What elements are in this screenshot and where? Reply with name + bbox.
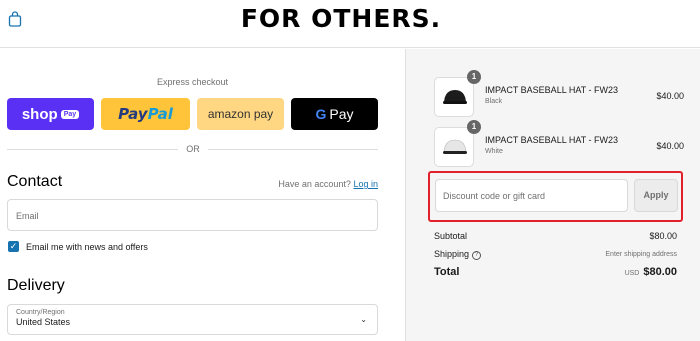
line-item: 1 IMPACT BASEBALL HAT - FW23 Black $40.0… <box>434 70 684 117</box>
email-placeholder: Email <box>16 211 39 221</box>
paypal-logo: PayPal <box>118 105 173 123</box>
total-amount: USD $80.00 <box>625 266 677 278</box>
shipping-value: Enter shipping address <box>605 251 677 258</box>
amazon-pay-button[interactable]: amazon pay <box>197 98 284 130</box>
or-divider-text: OR <box>186 144 200 154</box>
quantity-badge: 1 <box>467 120 481 134</box>
shop-pay-word: shop <box>21 105 58 123</box>
express-checkout-title: Express checkout <box>156 77 229 87</box>
account-prompt-text: Have an account? <box>278 179 351 189</box>
chevron-down-icon: ⌄ <box>360 315 367 324</box>
line-item: 1 IMPACT BASEBALL HAT - FW23 White $40.0… <box>434 120 684 167</box>
subtotal-value: $80.00 <box>649 231 677 241</box>
shipping-row: Shipping? Enter shipping address <box>434 249 677 260</box>
account-prompt: Have an account? Log in <box>278 179 378 189</box>
total-label: Total <box>434 266 460 278</box>
shop-pay-badge: Pay <box>60 109 80 119</box>
newsletter-checkbox[interactable]: ✓ <box>8 241 19 252</box>
shipping-label: Shipping <box>434 249 470 259</box>
product-thumbnail: 1 <box>434 70 481 117</box>
discount-placeholder: Discount code or gift card <box>443 191 546 201</box>
country-label: Country/Region <box>16 309 65 316</box>
divider-right <box>208 149 378 150</box>
product-thumbnail: 1 <box>434 120 481 167</box>
delivery-heading: Delivery <box>7 277 65 294</box>
amazon-pay-logo: amazon pay <box>207 107 274 121</box>
divider-left <box>7 149 178 150</box>
info-icon[interactable]: ? <box>472 251 482 260</box>
email-field[interactable]: Email <box>7 199 378 231</box>
login-link[interactable]: Log in <box>353 179 378 189</box>
total-value: $80.00 <box>643 266 677 278</box>
hat-image-icon <box>443 90 467 104</box>
order-summary-panel: 1 IMPACT BASEBALL HAT - FW23 Black $40.0… <box>405 49 700 341</box>
shop-pay-button[interactable]: shop Pay <box>7 98 94 130</box>
total-row: Total USD $80.00 <box>434 266 677 278</box>
item-price: $40.00 <box>656 91 684 101</box>
site-header: FOR OTHERS. <box>0 0 700 48</box>
discount-highlight: Discount code or gift card Apply <box>428 171 683 222</box>
country-select[interactable]: Country/Region United States ⌄ <box>7 304 378 335</box>
contact-heading: Contact <box>7 173 63 190</box>
checkout-form-panel: Express checkout shop Pay PayPal amazon … <box>0 49 405 341</box>
item-price: $40.00 <box>656 141 684 151</box>
google-pay-label: Pay <box>329 106 354 122</box>
currency-code: USD <box>624 270 640 277</box>
subtotal-row: Subtotal $80.00 <box>434 231 677 241</box>
paypal-button[interactable]: PayPal <box>101 98 190 130</box>
hat-image-icon <box>443 139 467 154</box>
quantity-badge: 1 <box>467 70 481 84</box>
item-name: IMPACT BASEBALL HAT - FW23 <box>485 135 619 145</box>
item-variant: White <box>485 148 503 155</box>
discount-code-input[interactable]: Discount code or gift card <box>435 179 628 212</box>
item-variant: Black <box>485 98 503 105</box>
subtotal-label: Subtotal <box>434 231 468 241</box>
country-value: United States <box>16 317 71 327</box>
newsletter-label[interactable]: Email me with news and offers <box>26 242 148 252</box>
google-pay-button[interactable]: G Pay <box>291 98 378 130</box>
brand-logo[interactable]: FOR OTHERS. <box>0 4 682 33</box>
item-name: IMPACT BASEBALL HAT - FW23 <box>485 85 619 95</box>
apply-discount-button[interactable]: Apply <box>634 179 678 212</box>
google-g-icon: G <box>315 106 327 122</box>
